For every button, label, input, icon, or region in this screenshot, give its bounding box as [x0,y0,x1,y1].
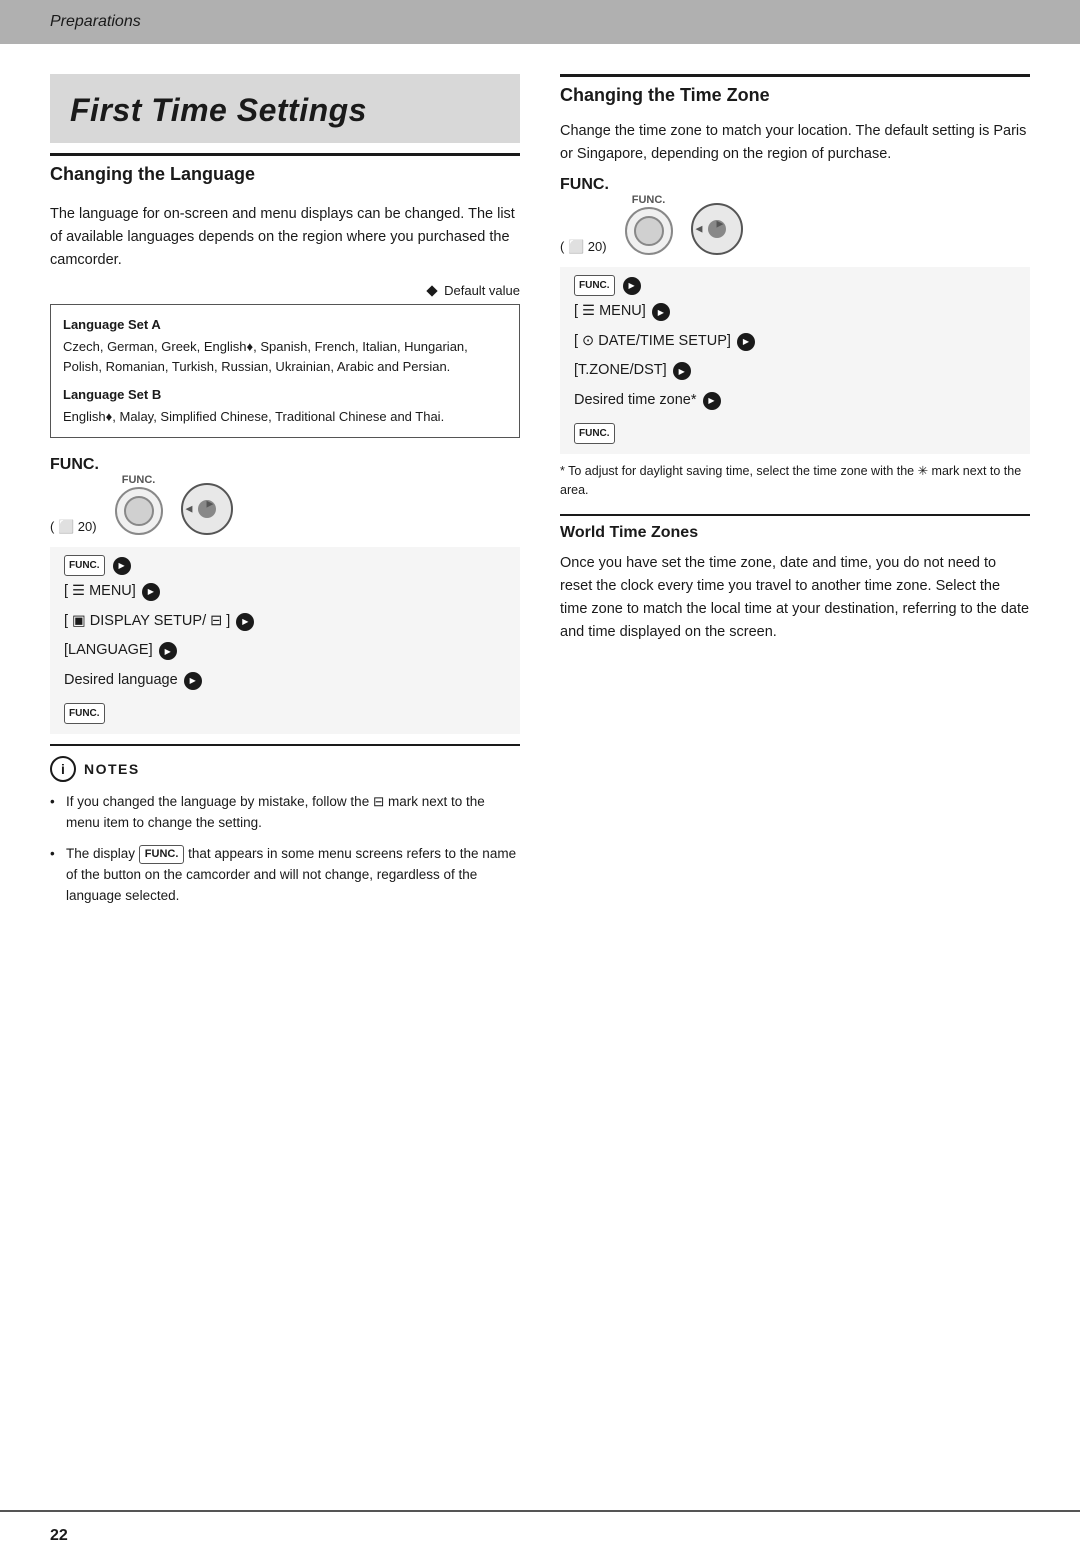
left-column: First Time Settings Changing the Languag… [50,74,520,1470]
changing-timezone-body: Change the time zone to match your locat… [560,120,1030,166]
joystick-center-right [708,220,726,238]
func-paren-left: ( ⬜ 20) [50,518,97,535]
page-wrapper: Preparations First Time Settings Changin… [0,0,1080,1560]
world-time-zones-body: Once you have set the time zone, date an… [560,552,1030,645]
func-circle-group: FUNC. [115,474,163,535]
lang-set-b-text: English♦, Malay, Simplified Chinese, Tra… [63,407,507,427]
note-item-1: If you changed the language by mistake, … [50,792,520,834]
func-step-badge-1: FUNC. [64,555,105,576]
notes-header: i NOTES [50,756,520,782]
step-arrow-r3 [737,333,755,351]
diamond-icon [427,285,438,296]
changing-language-title: Changing the Language [50,164,520,185]
step-arrow-2 [142,583,160,601]
func-paren-right: ( ⬜ 20) [560,238,607,255]
notes-title: NOTES [84,761,140,777]
func-circle-inner-right [634,216,664,246]
menu-step1-left: [ ☰ MENU] [64,578,136,606]
joystick-left[interactable] [181,483,233,535]
default-value-label: Default value [444,283,520,298]
page-number: 22 [50,1527,68,1545]
menu-step1-right: [ ☰ MENU] [574,298,646,326]
world-time-zones-title: World Time Zones [560,524,1030,542]
func-area-right: FUNC. ( ⬜ 20) FUNC. [560,176,1030,255]
lang-set-b-title: Language Set B [63,385,507,405]
step-arrow-1 [113,557,131,575]
world-time-zones-heading: World Time Zones [560,514,1030,542]
step-arrow-r2 [652,303,670,321]
func-area-left: FUNC. ( ⬜ 20) FUNC. [50,456,520,535]
func-badge-note: FUNC. [139,845,185,864]
top-bar-title: Preparations [50,13,141,31]
notes-list: If you changed the language by mistake, … [50,792,520,907]
func-label-left: FUNC. [50,456,520,474]
step-arrow-r4 [673,362,691,380]
func-controls-row-left: ( ⬜ 20) FUNC. [50,474,520,535]
title-box: First Time Settings [50,74,520,143]
changing-language-body: The language for on-screen and menu disp… [50,203,520,273]
func-circle-inner [124,496,154,526]
menu-steps-right: FUNC. [ ☰ MENU] [ ⊙ DATE/TIME SETUP] [T.… [560,267,1030,454]
menu-steps-left: FUNC. [ ☰ MENU] [ ▣ DISPLAY SETUP/ ⊟ ] [… [50,547,520,734]
func-circle-button[interactable] [115,487,163,535]
func-small-label: FUNC. [122,474,156,486]
step-arrow-r5 [703,392,721,410]
step-arrow-5 [184,672,202,690]
changing-timezone-heading: Changing the Time Zone [560,74,1030,106]
func-paren-text-right: ( ⬜ 20) [560,239,607,254]
bottom-bar: 22 [0,1510,1080,1560]
menu-step4-right: Desired time zone* [574,387,697,415]
func-controls-row-right: ( ⬜ 20) FUNC. [560,194,1030,255]
func-label-right: FUNC. [560,176,1030,194]
menu-step3-right: [T.ZONE/DST] [574,357,667,385]
func-step-badge-r1: FUNC. [574,275,615,296]
default-value-note: Default value [50,283,520,298]
func-step-close-right: FUNC. [574,423,615,444]
menu-step4-left: Desired language [64,667,178,695]
func-circle-button-right[interactable] [625,207,673,255]
main-title: First Time Settings [70,92,500,129]
step-arrow-4 [159,642,177,660]
lang-set-a-text: Czech, German, Greek, English♦, Spanish,… [63,337,507,377]
lang-set-a-title: Language Set A [63,315,507,335]
func-circle-group-right: FUNC. [625,194,673,255]
changing-language-heading: Changing the Language [50,153,520,185]
notes-icon: i [50,756,76,782]
menu-step2-left: [ ▣ DISPLAY SETUP/ ⊟ ] [64,608,230,636]
menu-step2-right: [ ⊙ DATE/TIME SETUP] [574,328,731,356]
joystick-right[interactable] [691,203,743,255]
main-content: First Time Settings Changing the Languag… [0,44,1080,1510]
top-bar: Preparations [0,0,1080,44]
step-arrow-r1 [623,277,641,295]
func-small-label-right: FUNC. [632,194,666,206]
func-step-close-left: FUNC. [64,703,105,724]
footnote-right: * To adjust for daylight saving time, se… [560,462,1030,500]
right-column: Changing the Time Zone Change the time z… [560,74,1030,1470]
note-item-2: The display FUNC. that appears in some m… [50,844,520,907]
menu-step3-left: [LANGUAGE] [64,637,153,665]
notes-section: i NOTES If you changed the language by m… [50,744,520,907]
func-paren-text: ( ⬜ 20) [50,519,97,534]
language-box: Language Set A Czech, German, Greek, Eng… [50,304,520,439]
step-arrow-3 [236,613,254,631]
joystick-center [198,500,216,518]
changing-timezone-title: Changing the Time Zone [560,85,1030,106]
